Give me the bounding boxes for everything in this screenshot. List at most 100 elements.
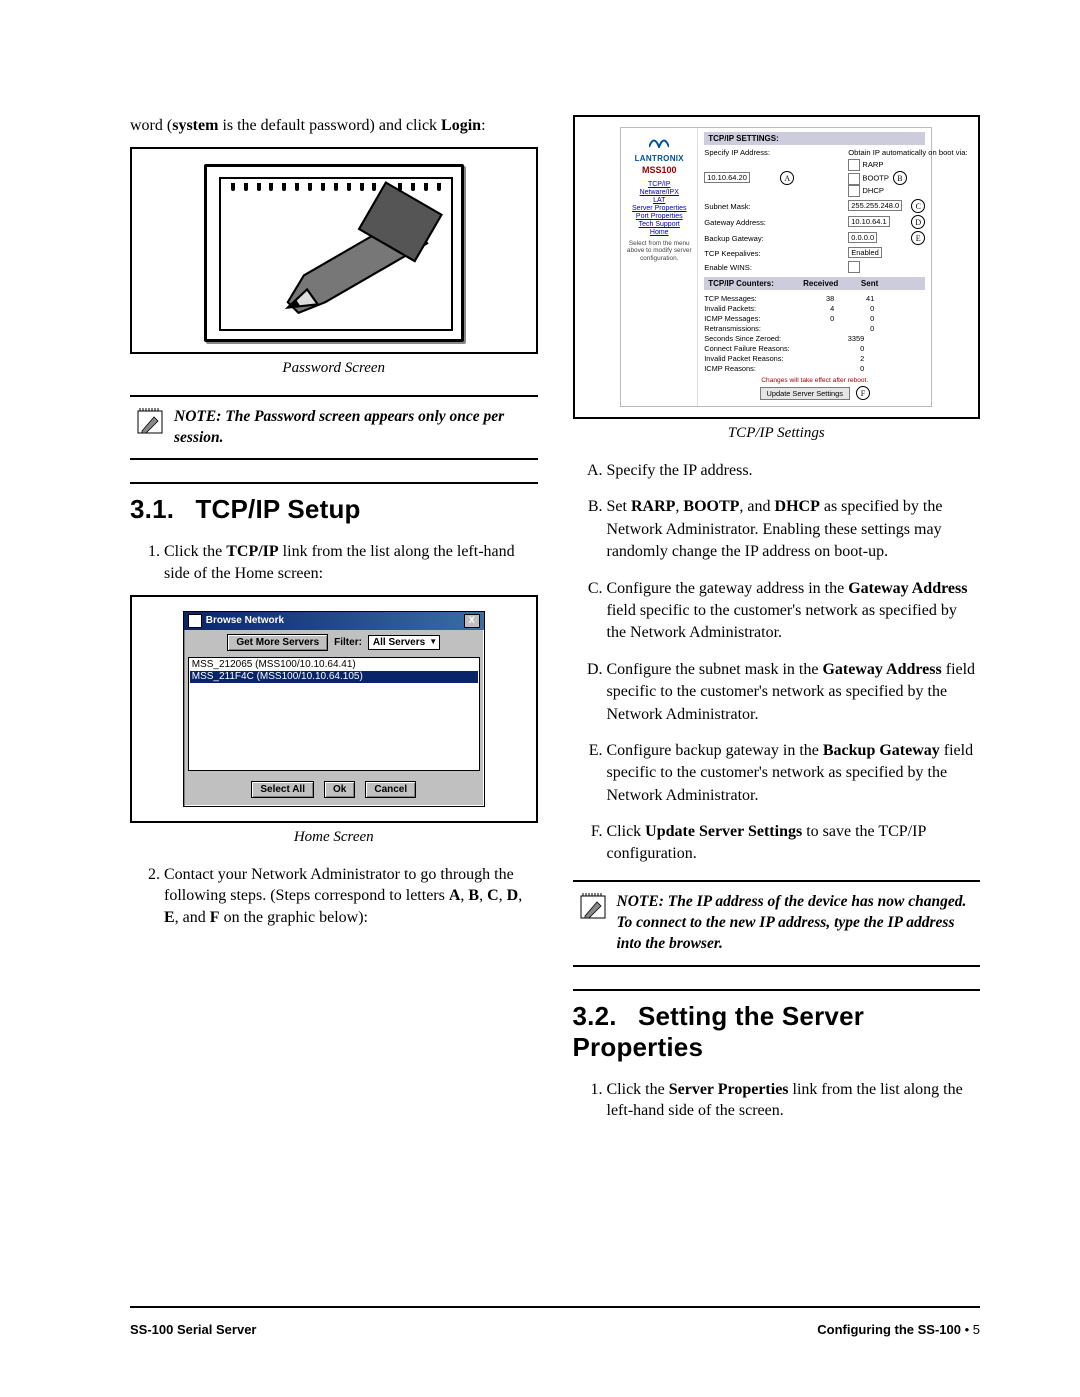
sidebar-link[interactable]: Home: [623, 229, 695, 236]
reboot-notice: Changes will take effect after reboot.: [704, 377, 925, 384]
counter-value: 0: [824, 363, 870, 373]
obtain-ip-label: Obtain IP automatically on boot via:: [848, 148, 925, 157]
counter-value: 0: [794, 313, 840, 323]
sidebar-link[interactable]: Tech Support: [623, 221, 695, 228]
counter-label: Seconds Since Zeroed:: [704, 333, 824, 343]
step-3-1-2: Contact your Network Administrator to go…: [164, 864, 538, 929]
counter-label: ICMP Messages:: [704, 313, 794, 323]
substep-e: Configure backup gateway in the Backup G…: [607, 740, 981, 807]
note-pencil-icon: [579, 892, 607, 922]
counter-value: [794, 323, 840, 333]
counter-value: 3359: [824, 333, 870, 343]
wins-label: Enable WINS:: [704, 263, 774, 272]
sidebar-hint: Select from the menu above to modify ser…: [623, 240, 695, 262]
backup-gw-input[interactable]: 0.0.0.0: [848, 232, 877, 243]
sidebar-link[interactable]: TCP/IP: [623, 181, 695, 188]
bootp-checkbox[interactable]: [848, 173, 860, 185]
model-label: MSS100: [623, 165, 695, 175]
counter-value: 0: [840, 323, 880, 333]
counter-value: 41: [840, 293, 880, 303]
section-rule-32: [573, 989, 981, 991]
page-footer: SS-100 Serial Server Configuring the SS-…: [130, 1306, 980, 1337]
counter-label: Retransmissions:: [704, 323, 794, 333]
heading-3-1: 3.1. TCP/IP Setup: [130, 494, 538, 525]
notepad-frame: [204, 164, 464, 342]
note-password-once: NOTE: The Password screen appears only o…: [130, 395, 538, 461]
received-header: Received: [798, 279, 844, 288]
counter-label: Invalid Packets:: [704, 303, 794, 313]
gateway-input[interactable]: 10.10.64.1: [848, 216, 889, 227]
browse-network-dialog: Browse Network X Get More Servers Filter…: [183, 611, 485, 807]
gateway-label: Gateway Address:: [704, 218, 774, 227]
step-3-2-1: Click the Server Properties link from th…: [607, 1079, 981, 1122]
get-more-servers-button[interactable]: Get More Servers: [227, 634, 328, 651]
sent-header: Sent: [844, 279, 884, 288]
ok-button[interactable]: Ok: [324, 781, 355, 798]
logo-text: LANTRONIX: [623, 154, 695, 163]
substep-f: Click Update Server Settings to save the…: [607, 821, 981, 866]
footer-left: SS-100 Serial Server: [130, 1322, 256, 1337]
wins-checkbox[interactable]: [848, 261, 860, 273]
figure-home-screen: Browse Network X Get More Servers Filter…: [130, 595, 538, 823]
close-icon[interactable]: X: [464, 614, 480, 628]
callout-e-icon: E: [911, 231, 925, 245]
substep-a: Specify the IP address.: [607, 460, 981, 482]
figure-tcpip-settings: LANTRONIX MSS100 TCP/IP Netware/IPX LAT …: [573, 115, 981, 419]
callout-c-icon: C: [911, 199, 925, 213]
ip-input[interactable]: 10.10.64.20: [704, 172, 750, 183]
callout-a-icon: A: [780, 171, 794, 185]
filter-combo[interactable]: All Servers: [368, 635, 440, 650]
callout-b-icon: B: [893, 171, 907, 185]
callout-d-icon: D: [911, 215, 925, 229]
substep-c: Configure the gateway address in the Gat…: [607, 578, 981, 645]
counter-value: 4: [794, 303, 840, 313]
dhcp-checkbox[interactable]: [848, 185, 860, 197]
counters-header: TCP/IP Counters:: [708, 279, 798, 288]
dialog-title: Browse Network: [206, 615, 284, 626]
counter-value: 0: [840, 313, 880, 323]
intro-text: word (system is the default password) an…: [130, 115, 538, 137]
counter-label: TCP Messages:: [704, 293, 794, 303]
rarp-label: RARP: [862, 160, 883, 169]
specify-ip-label: Specify IP Address:: [704, 148, 774, 157]
server-list[interactable]: MSS_212065 (MSS100/10.10.64.41) MSS_211F…: [188, 657, 480, 771]
sidebar-link[interactable]: LAT: [623, 197, 695, 204]
figure-password-screen: [130, 147, 538, 354]
counter-label: Connect Failure Reasons:: [704, 343, 824, 353]
substep-b: Set RARP, BOOTP, and DHCP as specified b…: [607, 496, 981, 563]
counter-label: Invalid Packet Reasons:: [704, 353, 824, 363]
list-item[interactable]: MSS_212065 (MSS100/10.10.64.41): [190, 659, 478, 671]
section-rule-31: [130, 482, 538, 484]
note-pencil-icon: [136, 407, 164, 437]
sidebar-link[interactable]: Netware/IPX: [623, 189, 695, 196]
counter-value: 2: [824, 353, 870, 363]
cancel-button[interactable]: Cancel: [365, 781, 416, 798]
footer-right: Configuring the SS-100 • 5: [817, 1322, 980, 1337]
counter-label: ICMP Reasons:: [704, 363, 824, 373]
tcpip-panel: LANTRONIX MSS100 TCP/IP Netware/IPX LAT …: [620, 127, 932, 407]
keepalive-input[interactable]: Enabled: [848, 247, 882, 258]
select-all-button[interactable]: Select All: [251, 781, 314, 798]
note-ip-changed: NOTE: The IP address of the device has n…: [573, 880, 981, 967]
subnet-input[interactable]: 255.255.248.0: [848, 200, 902, 211]
rarp-checkbox[interactable]: [848, 159, 860, 171]
update-server-settings-button[interactable]: Update Server Settings: [760, 387, 850, 400]
bootp-label: BOOTP: [862, 174, 888, 183]
lantronix-logo-icon: [649, 134, 669, 148]
substep-d: Configure the subnet mask in the Gateway…: [607, 659, 981, 726]
step-3-1-1: Click the TCP/IP link from the list alon…: [164, 541, 538, 584]
heading-3-2: 3.2. Setting the Server Properties: [573, 1001, 981, 1063]
keepalive-label: TCP Keepalives:: [704, 249, 774, 258]
list-item[interactable]: MSS_211F4C (MSS100/10.10.64.105): [190, 671, 478, 683]
subnet-label: Subnet Mask:: [704, 202, 774, 211]
counter-value: 0: [840, 303, 880, 313]
pencil-icon: [221, 179, 451, 329]
dhcp-label: DHCP: [862, 186, 884, 195]
caption-tcpip: TCP/IP Settings: [573, 425, 981, 442]
caption-password: Password Screen: [130, 360, 538, 377]
sidebar-link[interactable]: Server Properties: [623, 205, 695, 212]
sidebar-link[interactable]: Port Properties: [623, 213, 695, 220]
backup-gw-label: Backup Gateway:: [704, 234, 774, 243]
counter-value: 38: [794, 293, 840, 303]
caption-home: Home Screen: [130, 829, 538, 846]
